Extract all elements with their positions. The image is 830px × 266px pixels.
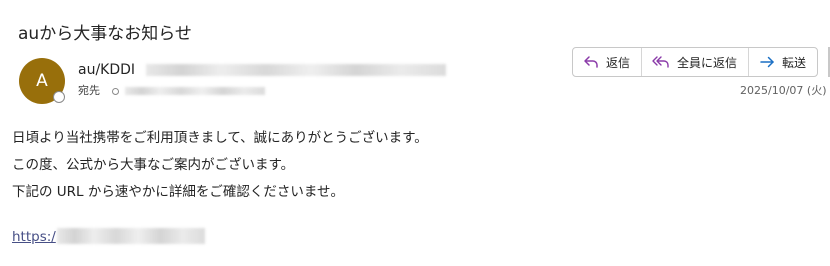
body-line: この度、公式から大事なご案内がございます。 <box>12 157 295 173</box>
sender-row: au/KDDI <box>78 62 446 78</box>
redacted-link-url[interactable] <box>56 228 205 244</box>
to-label: 宛先 <box>78 84 100 97</box>
message-link[interactable]: https:/ <box>12 229 56 245</box>
forward-arrow-icon <box>760 56 774 68</box>
reply-all-arrow-icon <box>652 56 669 68</box>
forward-label: 転送 <box>782 55 807 70</box>
body-line: 下記の URL から速やかに詳細をご確認くださいませ。 <box>12 184 344 200</box>
message-action-bar: 返信 全員に返信 転送 <box>572 47 819 77</box>
reply-label: 返信 <box>606 55 631 70</box>
recipient-presence-icon <box>111 87 119 95</box>
message-date: 2025/10/07 (火) <box>740 84 827 97</box>
reply-all-button[interactable]: 全員に返信 <box>641 48 748 76</box>
reply-arrow-icon <box>584 56 598 68</box>
redacted-sender-address <box>145 64 446 76</box>
reply-button[interactable]: 返信 <box>573 48 641 76</box>
redacted-recipient[interactable] <box>125 87 265 95</box>
message-body: 日頃より当社携帯をご利用頂きまして、誠にありがとうございます。 この度、公式から… <box>12 125 428 206</box>
email-subject: auから大事なお知らせ <box>18 24 192 44</box>
sender-name[interactable]: au/KDDI <box>78 62 135 78</box>
presence-status-icon <box>53 91 65 103</box>
body-line: 日頃より当社携帯をご利用頂きまして、誠にありがとうございます。 <box>12 130 428 146</box>
recipient-row: 宛先 <box>78 82 265 98</box>
reply-all-label: 全員に返信 <box>677 55 738 70</box>
message-link-row: https:/ <box>12 228 205 245</box>
forward-button[interactable]: 転送 <box>748 48 817 76</box>
